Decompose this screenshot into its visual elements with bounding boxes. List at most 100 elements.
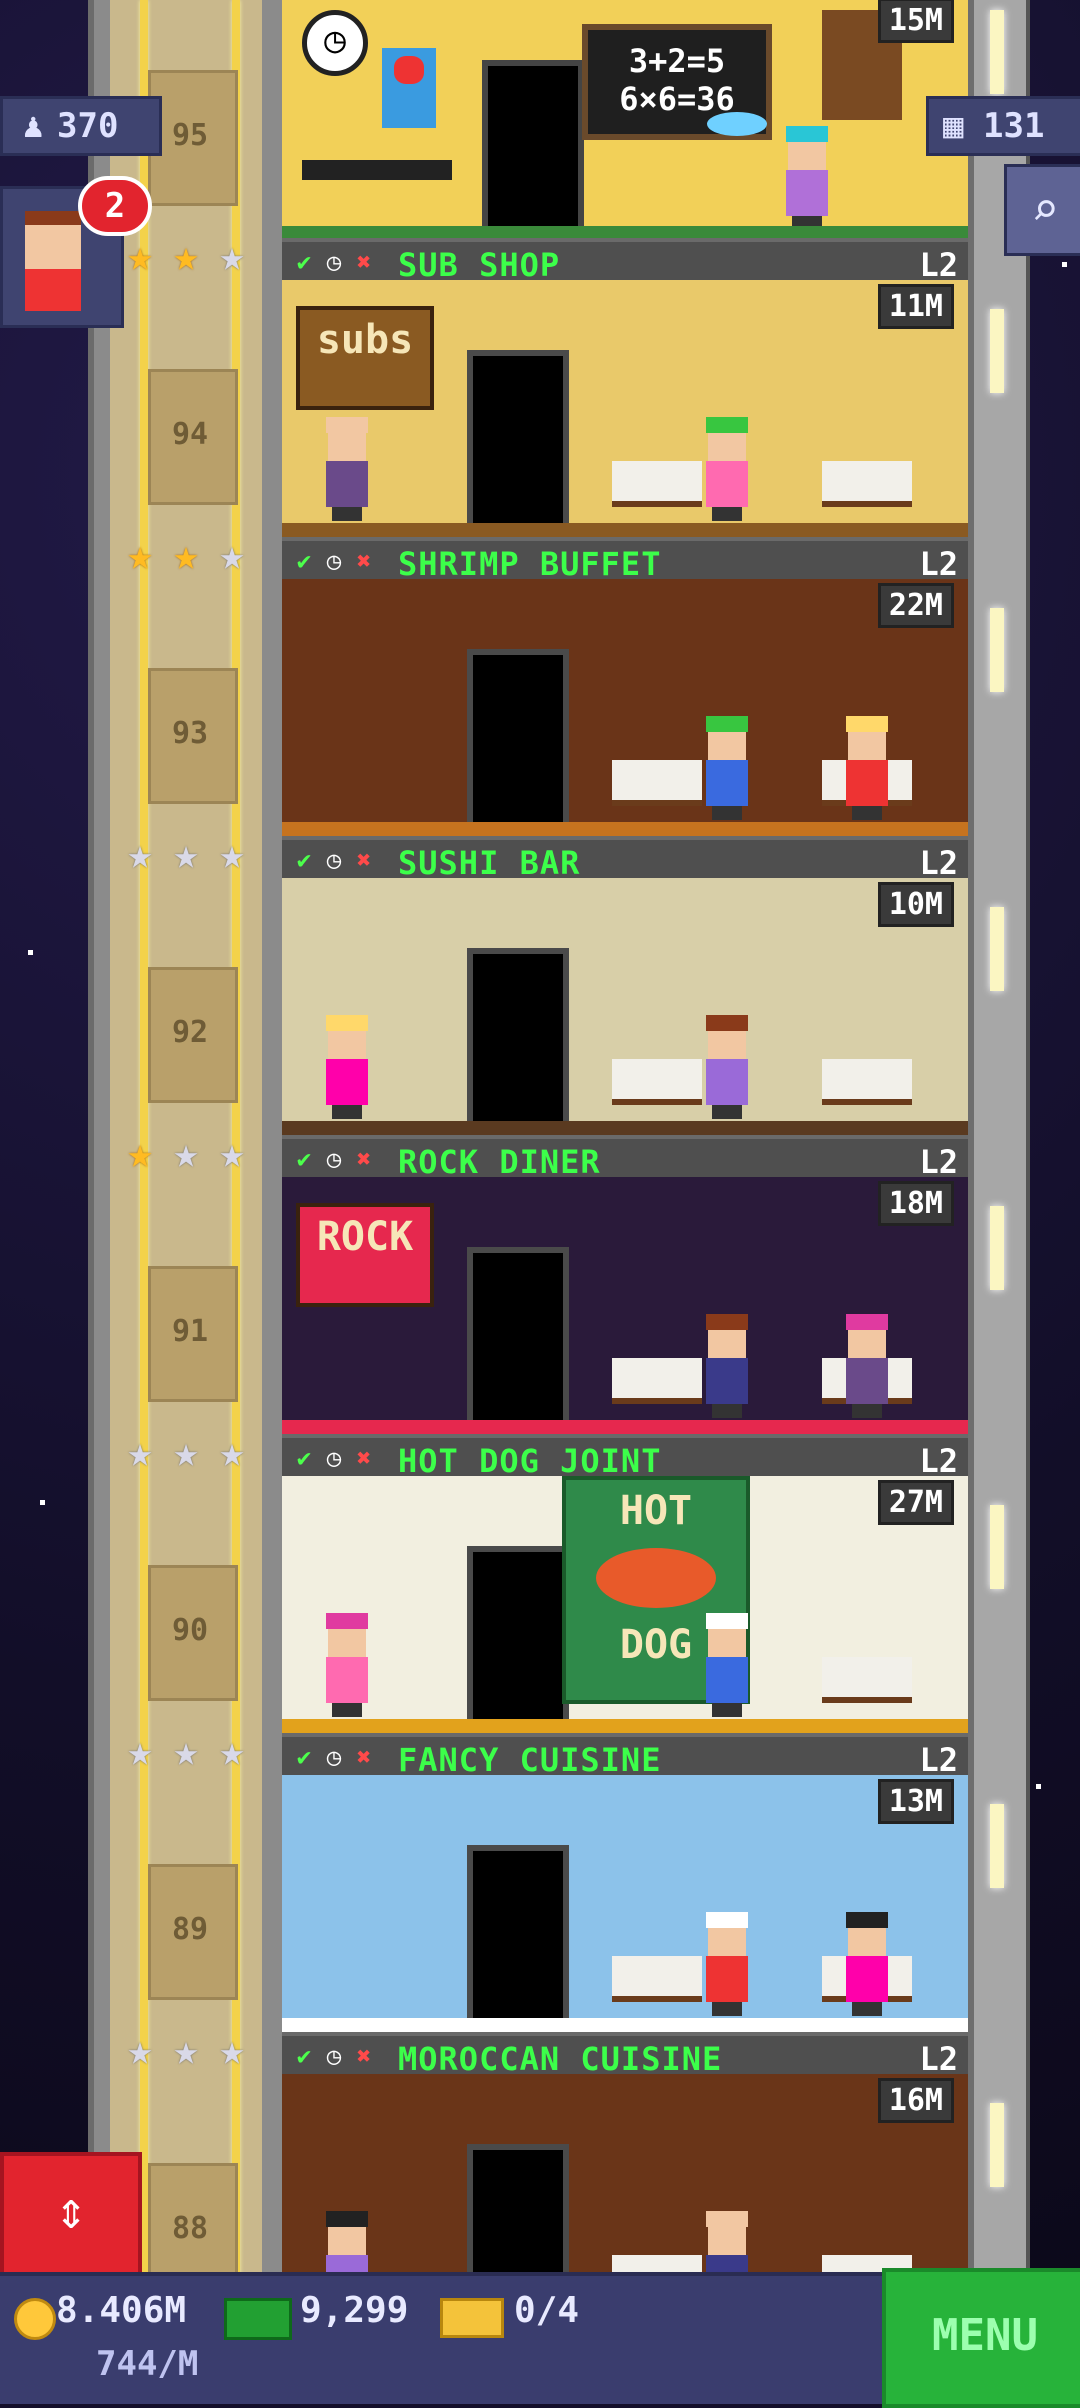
resident[interactable] [842, 716, 890, 820]
resident[interactable] [842, 1912, 890, 2016]
elevator-button[interactable]: ⇕ [0, 2152, 142, 2278]
residents-counter[interactable]: ♟ 370 [0, 96, 162, 156]
resident-hair [326, 1015, 368, 1031]
floor-star-rating: ★ ★ ★ [120, 2025, 260, 2074]
resident[interactable] [702, 417, 750, 521]
resident-hair [846, 716, 888, 732]
check-icon[interactable]: ✔ [290, 2042, 318, 2070]
silver-star-icon: ★ [127, 829, 153, 878]
menu-button[interactable]: MENU [882, 2268, 1080, 2408]
silver-star-icon: ★ [127, 2025, 153, 2074]
magnifier-icon[interactable]: ⌕ [1004, 164, 1080, 256]
resident-body [326, 461, 368, 507]
resident[interactable] [702, 1912, 750, 2016]
resident[interactable] [702, 1015, 750, 1119]
close-icon[interactable]: ✖ [350, 2042, 378, 2070]
apple-icon [394, 56, 424, 84]
table [612, 760, 702, 806]
doorway[interactable] [467, 350, 569, 537]
resident-body [846, 1358, 888, 1404]
resident[interactable] [702, 1314, 750, 1418]
doorway[interactable] [467, 1546, 569, 1733]
floor-income: 11M [877, 284, 954, 329]
resident-body [706, 1657, 748, 1703]
resident-legs [332, 507, 362, 521]
silver-star-icon: ★ [173, 1427, 199, 1476]
resident-body [706, 1059, 748, 1105]
close-icon[interactable]: ✖ [350, 1444, 378, 1472]
silver-star-icon: ★ [219, 530, 245, 579]
resident-hair [706, 1015, 748, 1031]
resident[interactable] [322, 1015, 370, 1119]
floor-star-rating: ★ ★ ★ [120, 1128, 260, 1177]
resident[interactable] [702, 1613, 750, 1717]
floor-room[interactable]: 22M [282, 579, 968, 836]
avatar-face [25, 211, 81, 273]
floor-classroom[interactable]: ◷ 3+2=5 6×6=36 15M [282, 0, 968, 238]
globe-icon [707, 112, 767, 136]
floor-room[interactable]: 10M [282, 878, 968, 1135]
floor-income: 13M [877, 1779, 954, 1824]
doorway[interactable] [467, 649, 569, 836]
resident-body [706, 461, 748, 507]
doorway[interactable] [467, 1247, 569, 1434]
resident[interactable] [322, 1613, 370, 1717]
floor-room[interactable]: 11M subs [282, 280, 968, 537]
floors-counter[interactable]: ▦ 131 [926, 96, 1080, 156]
floor-income: 10M [877, 882, 954, 927]
check-icon[interactable]: ✔ [290, 1145, 318, 1173]
doorway[interactable] [467, 948, 569, 1135]
clock-icon[interactable]: ◷ [320, 1145, 348, 1173]
close-icon[interactable]: ✖ [350, 248, 378, 276]
resident-legs [332, 1105, 362, 1119]
shop-sign-text: subs [316, 317, 414, 363]
tower-light [990, 1804, 1004, 1888]
floor-baseboard [282, 822, 968, 836]
silver-star-icon: ★ [219, 829, 245, 878]
floor-room[interactable]: 13M [282, 1775, 968, 2032]
floor-name: SUSHI BAR [398, 844, 581, 882]
shaft-floor-number: 90 [171, 1613, 209, 1648]
clock-icon[interactable]: ◷ [320, 846, 348, 874]
silver-star-icon: ★ [219, 1128, 245, 1177]
check-icon[interactable]: ✔ [290, 547, 318, 575]
clock-icon[interactable]: ◷ [320, 1444, 348, 1472]
floor-star-rating: ★ ★ ★ [120, 530, 260, 579]
check-icon[interactable]: ✔ [290, 846, 318, 874]
resident-legs [712, 806, 742, 820]
floor-level: L2 [919, 545, 958, 583]
bux-icon [224, 2298, 292, 2340]
floors-value: 131 [983, 106, 1045, 146]
check-icon[interactable]: ✔ [290, 248, 318, 276]
star [1062, 262, 1067, 267]
doorway[interactable] [482, 60, 584, 238]
shop-sign: ROCK [296, 1203, 434, 1307]
check-icon[interactable]: ✔ [290, 1444, 318, 1472]
clock-icon[interactable]: ◷ [320, 248, 348, 276]
close-icon[interactable]: ✖ [350, 1743, 378, 1771]
notification-badge[interactable]: 2 [78, 176, 152, 236]
floor-level: L2 [919, 844, 958, 882]
close-icon[interactable]: ✖ [350, 846, 378, 874]
coins-rate: 744/M [96, 2344, 199, 2384]
floor-room[interactable]: 18M ROCK [282, 1177, 968, 1434]
clock-icon[interactable]: ◷ [320, 547, 348, 575]
resident-hair [706, 417, 748, 433]
resident[interactable] [842, 1314, 890, 1418]
floor-baseboard [282, 1420, 968, 1434]
close-icon[interactable]: ✖ [350, 547, 378, 575]
resident[interactable] [702, 716, 750, 820]
table [612, 1059, 702, 1105]
clock-icon[interactable]: ◷ [320, 1743, 348, 1771]
coins-value: 8.406M [56, 2290, 187, 2331]
floor-room[interactable]: 27M HOT DOG [282, 1476, 968, 1733]
check-icon[interactable]: ✔ [290, 1743, 318, 1771]
floor-name: HOT DOG JOINT [398, 1442, 662, 1480]
resident[interactable] [782, 126, 830, 230]
doorway[interactable] [467, 1845, 569, 2032]
resident-legs [712, 507, 742, 521]
resident[interactable] [322, 417, 370, 521]
clock-icon[interactable]: ◷ [320, 2042, 348, 2070]
close-icon[interactable]: ✖ [350, 1145, 378, 1173]
silver-star-icon: ★ [173, 2025, 199, 2074]
